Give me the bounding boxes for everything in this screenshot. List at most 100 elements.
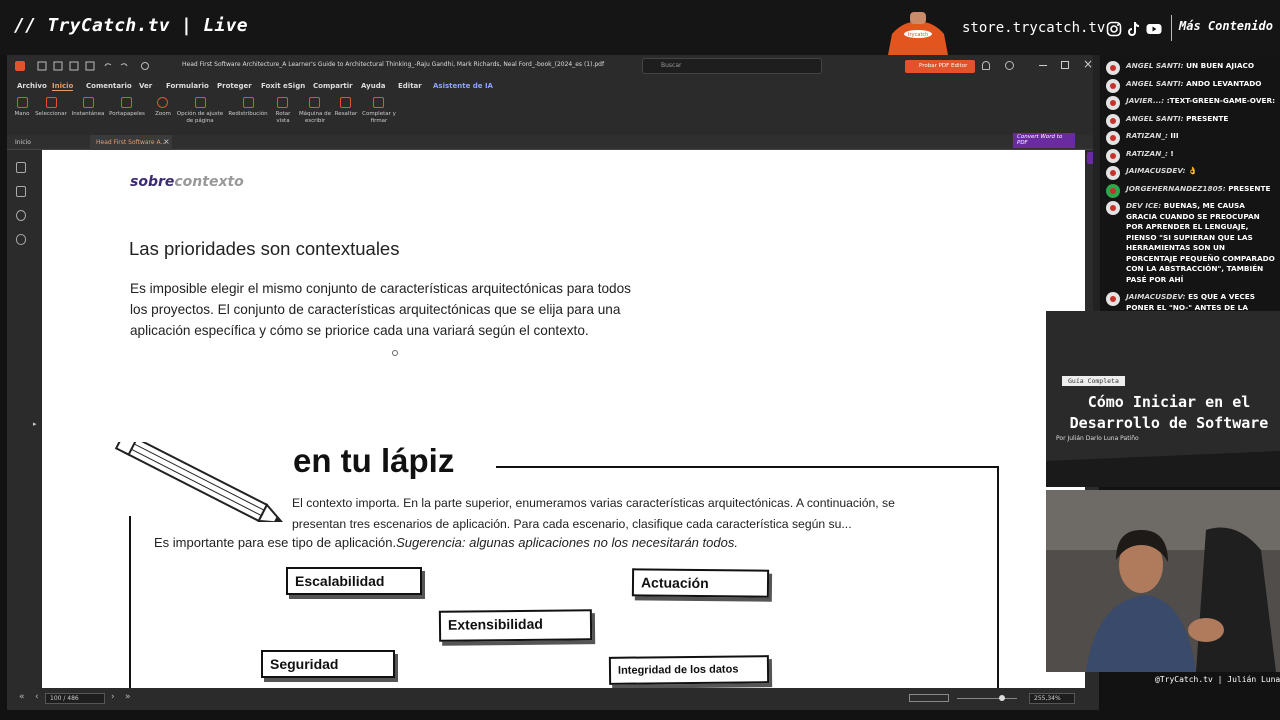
card-actuacion: Actuación bbox=[631, 568, 770, 598]
chat-text: ! bbox=[1167, 148, 1174, 158]
tool-zoom[interactable]: Zoom bbox=[151, 111, 175, 118]
pro-editor-button[interactable]: Probar PDF Editor bbox=[905, 60, 975, 73]
avatar bbox=[1106, 78, 1120, 93]
view-mode-icons[interactable] bbox=[909, 694, 949, 702]
chat-user: RATIZAN_: bbox=[1126, 131, 1168, 140]
chat-message: RATIZAN_: III bbox=[1101, 128, 1280, 146]
zoom-icon bbox=[157, 97, 168, 108]
chat-user: ANGEL SANTI: bbox=[1126, 113, 1184, 123]
menu-compartir[interactable]: Compartir bbox=[313, 82, 353, 90]
chat-message: ANGEL SANTI: UN BUEN AJIACO bbox=[1101, 58, 1280, 76]
search-input[interactable]: Buscar bbox=[642, 58, 822, 74]
app-logo-icon bbox=[15, 61, 25, 71]
chat-text: UN BUEN AJIACO bbox=[1183, 61, 1255, 70]
reflow-icon bbox=[243, 97, 254, 108]
attachment-icon[interactable] bbox=[16, 234, 26, 245]
youtube-icon[interactable] bbox=[1146, 21, 1162, 37]
intro-text: Es importante para ese tipo de aplicació… bbox=[154, 535, 397, 550]
convert-button[interactable]: Convert Word to PDF bbox=[1013, 133, 1075, 148]
menu-ver[interactable]: Ver bbox=[139, 82, 152, 90]
maximize-button[interactable] bbox=[1061, 61, 1069, 69]
tool-mano[interactable]: Mano bbox=[11, 111, 33, 118]
document-tabs: Inicio Head First Software A... × bbox=[7, 135, 1099, 150]
avatar bbox=[1106, 292, 1120, 306]
chat-message: JORGEHERNANDEZ1805: PRESENTE bbox=[1101, 181, 1280, 199]
prev-page-icon[interactable]: ‹ bbox=[35, 692, 39, 702]
tool-completar-firmar[interactable]: Completar y firmar bbox=[362, 111, 396, 125]
chat-user: RATIZAN_: bbox=[1126, 148, 1168, 158]
first-page-icon[interactable]: « bbox=[19, 692, 25, 702]
bell-icon[interactable] bbox=[982, 61, 990, 70]
tool-resaltar[interactable]: Resaltar bbox=[331, 111, 361, 118]
menu-formulario[interactable]: Formulario bbox=[166, 82, 209, 90]
menu-inicio[interactable]: Inicio bbox=[52, 82, 74, 91]
tab-document[interactable]: Head First Software A... bbox=[90, 135, 172, 150]
tool-ajuste-pagina[interactable]: Opción de ajuste de página bbox=[175, 111, 225, 125]
chat-message: DEV ICE: BUENAS, ME CAUSA GRACIA CUANDO … bbox=[1101, 198, 1280, 289]
chat-text: BUENAS, ME CAUSA GRACIA CUANDO SE PREOCU… bbox=[1126, 201, 1275, 284]
exercise-title: en tu lápiz bbox=[293, 442, 455, 479]
exercise-intro-2: Es importante para ese tipo de aplicació… bbox=[154, 535, 738, 550]
close-tab-icon[interactable]: × bbox=[163, 137, 170, 146]
account-icon[interactable] bbox=[1005, 61, 1014, 70]
tool-maquina[interactable]: Máquina de escribir bbox=[297, 111, 333, 125]
menu-asistente-ia[interactable]: Asistente de IA bbox=[433, 82, 493, 90]
chat-text: ANDO LEVANTADO bbox=[1183, 78, 1262, 88]
pdf-reader-window: Head First Software Architecture_A Learn… bbox=[7, 55, 1099, 710]
tool-seleccionar[interactable]: Seleccionar bbox=[34, 111, 68, 118]
menu-editar[interactable]: Editar bbox=[398, 82, 422, 90]
zoom-level[interactable]: 255,34% bbox=[1029, 693, 1075, 704]
box-border-right bbox=[997, 466, 999, 698]
comments-icon[interactable] bbox=[16, 210, 26, 221]
menu-archivo[interactable]: Archivo bbox=[17, 82, 47, 90]
webcam-label: @TryCatch.tv | Julián Luna bbox=[1155, 675, 1280, 684]
chat-scrollbar[interactable] bbox=[1093, 55, 1100, 311]
tool-portapapeles[interactable]: Portapapeles bbox=[107, 111, 147, 118]
avatar bbox=[1106, 131, 1120, 145]
chat-text: III bbox=[1167, 131, 1179, 140]
webcam-feed bbox=[1046, 490, 1280, 672]
quick-access-icons[interactable] bbox=[37, 61, 167, 71]
search-placeholder: Buscar bbox=[661, 62, 682, 69]
menu-foxit-esign[interactable]: Foxit eSign bbox=[261, 82, 305, 90]
chat-user: JORGEHERNANDEZ1805: bbox=[1126, 183, 1226, 193]
last-page-icon[interactable]: » bbox=[125, 692, 131, 702]
store-link[interactable]: store.trycatch.tv bbox=[962, 20, 1105, 36]
tool-redistribucion[interactable]: Redistribución bbox=[227, 111, 269, 118]
chat-user: ANGEL SANTI: bbox=[1126, 61, 1184, 70]
svg-text:trycatch: trycatch bbox=[908, 32, 929, 38]
avatar bbox=[1106, 113, 1120, 128]
chat-message: JAIMACUSDEV: ES QUE A VECES PONER EL "NO… bbox=[1101, 289, 1280, 311]
tool-rotar[interactable]: Rotar vista bbox=[271, 111, 295, 125]
page-number-input[interactable]: 100 / 486 bbox=[45, 693, 105, 704]
tiktok-icon[interactable] bbox=[1126, 21, 1142, 37]
close-button[interactable]: × bbox=[1083, 57, 1093, 71]
highlight-icon bbox=[340, 97, 351, 108]
ad-title: Cómo Iniciar en el Desarrollo de Softwar… bbox=[1069, 393, 1269, 432]
zoom-slider[interactable] bbox=[957, 698, 1017, 699]
instagram-icon[interactable] bbox=[1106, 21, 1122, 37]
zoom-slider-thumb[interactable] bbox=[999, 695, 1005, 701]
menu-ayuda[interactable]: Ayuda bbox=[361, 82, 385, 90]
box-border-left bbox=[129, 516, 131, 698]
chat-user: JAVIER...: bbox=[1126, 96, 1165, 105]
pages-icon[interactable] bbox=[16, 186, 26, 197]
menu-bar: Archivo Inicio Comentario Ver Formulario… bbox=[7, 77, 1099, 93]
bookmark-icon[interactable] bbox=[16, 162, 26, 173]
chat-message: RATIZAN_: ! bbox=[1101, 146, 1280, 164]
next-page-icon[interactable]: › bbox=[111, 692, 115, 702]
more-content-label: Más Contenido bbox=[1179, 19, 1273, 33]
menu-comentario[interactable]: Comentario bbox=[86, 82, 132, 90]
status-bar: « ‹ 100 / 486 › » 255,34% bbox=[7, 688, 1099, 710]
menu-proteger[interactable]: Proteger bbox=[217, 82, 252, 90]
fill-sign-icon bbox=[373, 97, 384, 108]
expand-panel-icon[interactable]: ▸ bbox=[33, 420, 37, 428]
tab-inicio[interactable]: Inicio bbox=[9, 135, 37, 150]
avatar bbox=[1106, 61, 1120, 75]
clipboard-icon bbox=[121, 97, 132, 108]
tool-instantanea[interactable]: Instantánea bbox=[69, 111, 107, 118]
minimize-button[interactable] bbox=[1039, 65, 1047, 66]
document-title: Head First Software Architecture_A Learn… bbox=[182, 61, 605, 68]
hand-icon bbox=[17, 97, 28, 108]
card-extensibilidad: Extensibilidad bbox=[438, 609, 593, 642]
